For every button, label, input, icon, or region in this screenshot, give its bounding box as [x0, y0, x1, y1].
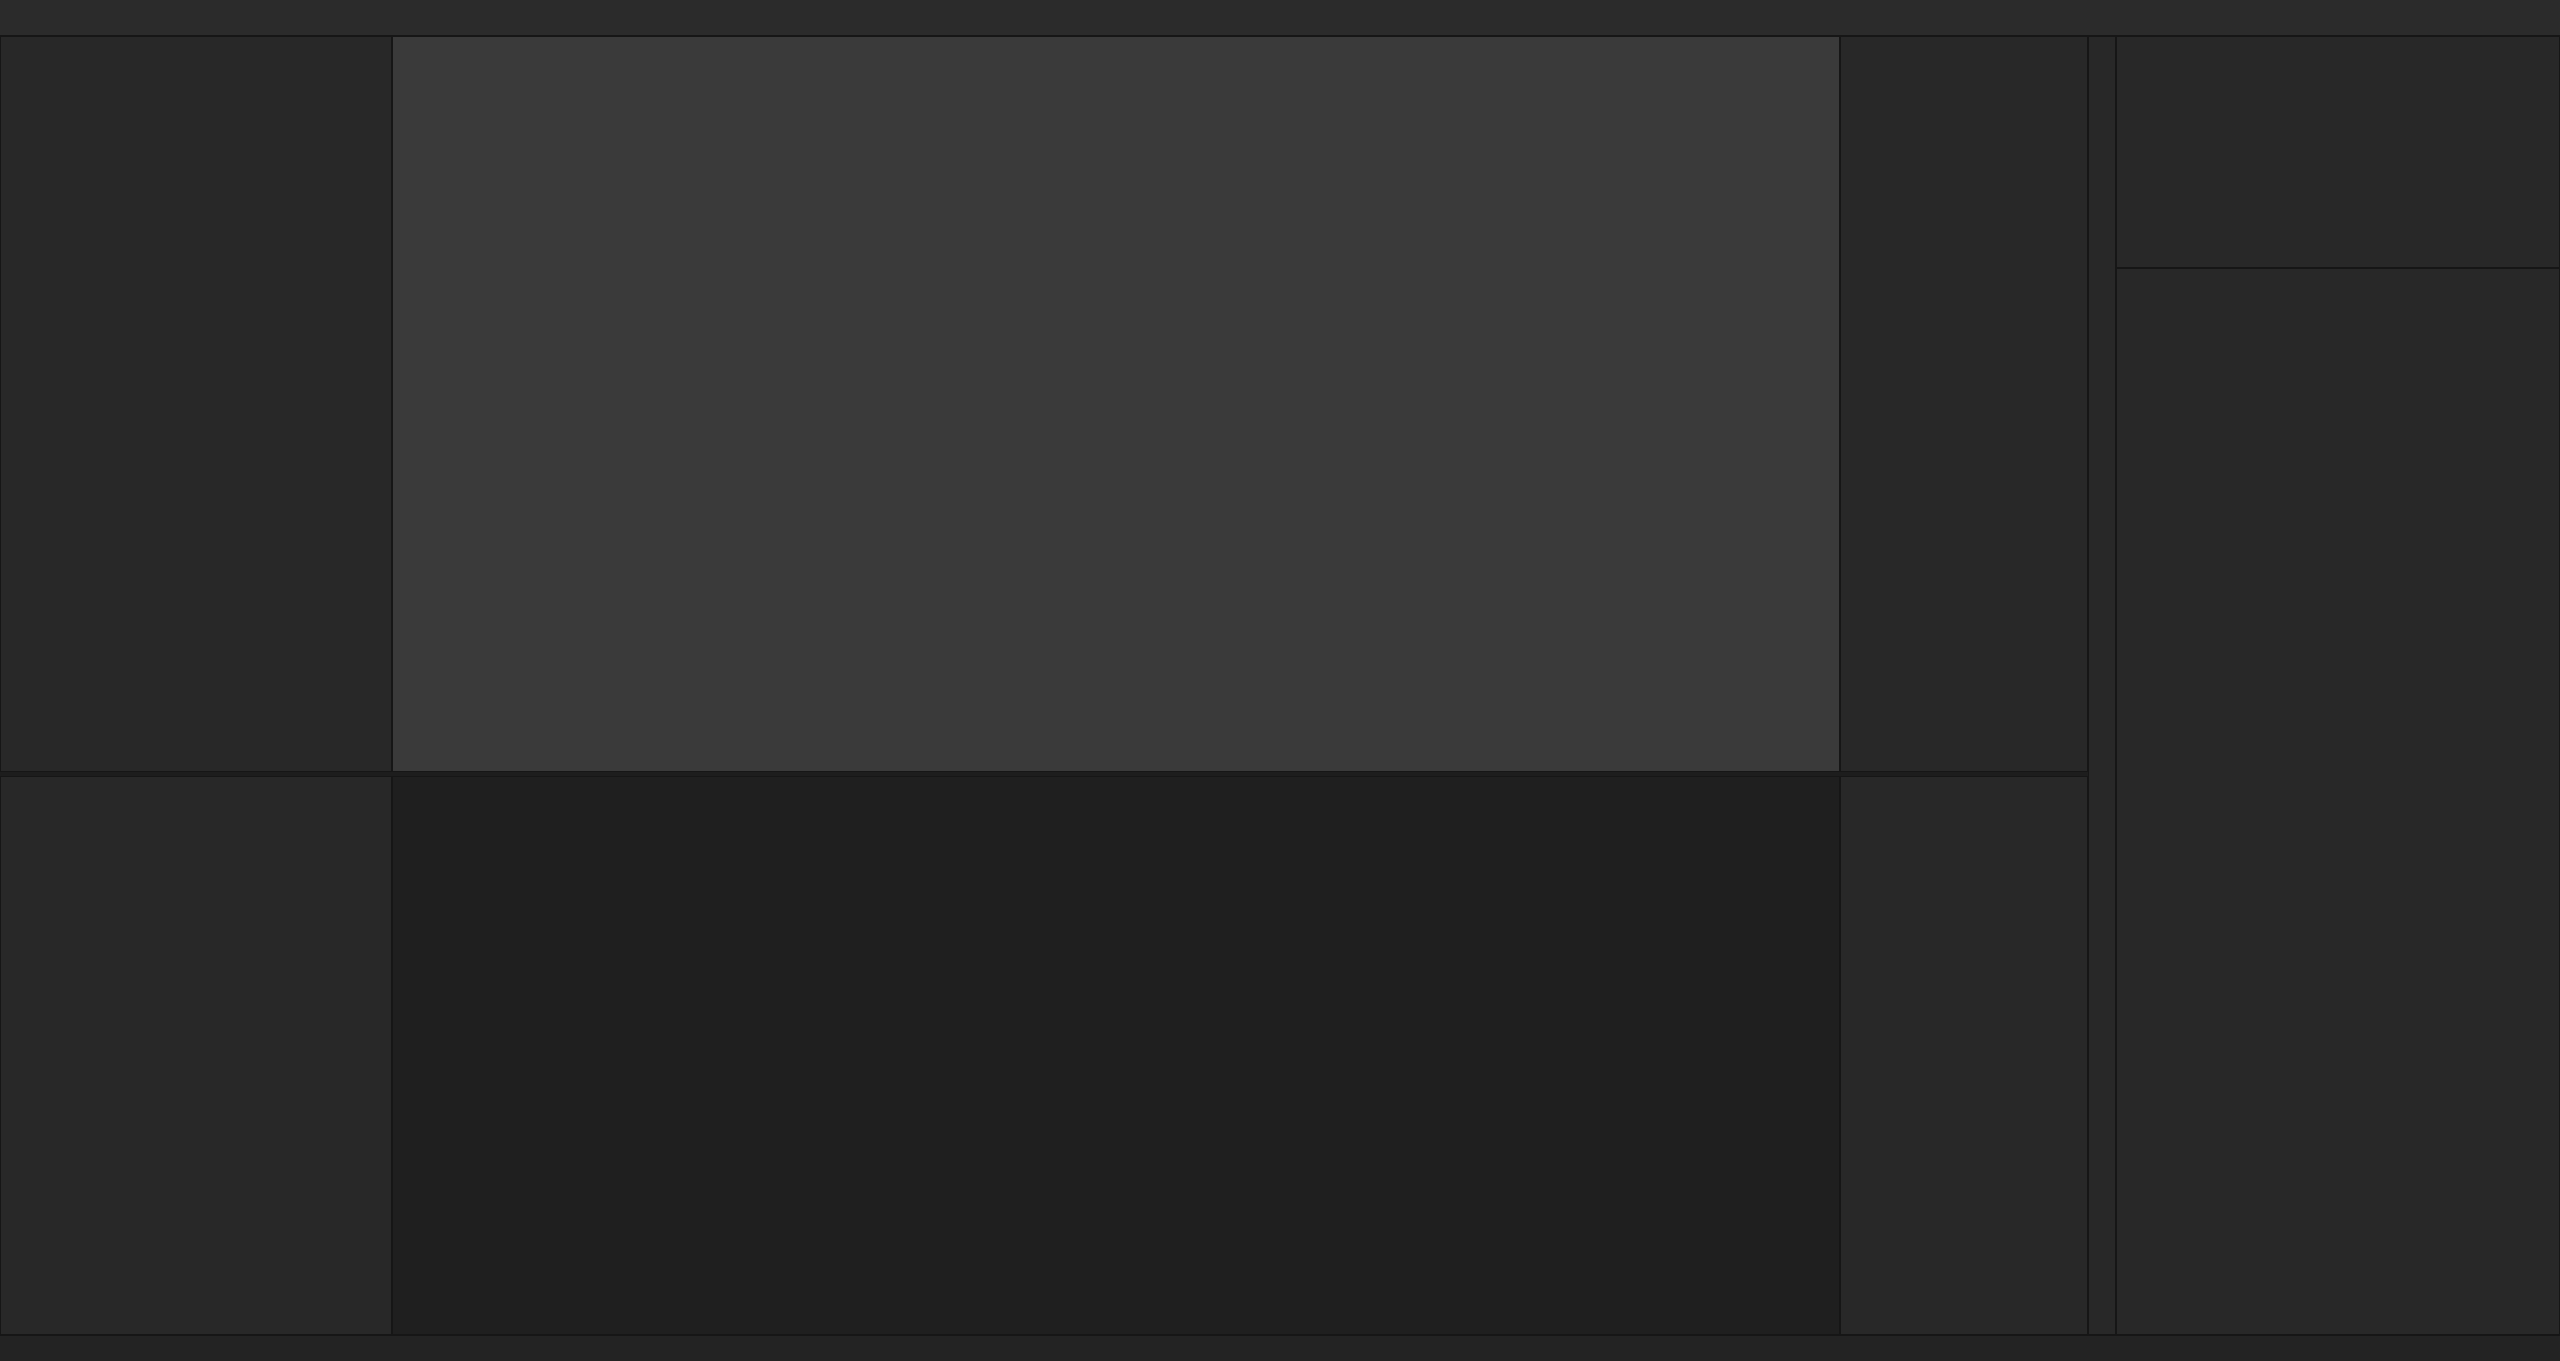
status-bar: [0, 1335, 2560, 1361]
side-tab-strip: [2088, 36, 2116, 1335]
3d-viewport: [392, 36, 1840, 772]
file-browser-panel: [0, 36, 392, 772]
node-sidebar: [1840, 776, 2088, 1335]
viewport-sidebar: [1840, 36, 2088, 772]
properties-panel: [2116, 268, 2560, 1335]
outliner-panel: [2116, 36, 2560, 268]
top-menu-bar: [0, 0, 2560, 36]
image-editor-panel: [0, 776, 392, 1335]
shader-node-editor: [392, 776, 1840, 1335]
